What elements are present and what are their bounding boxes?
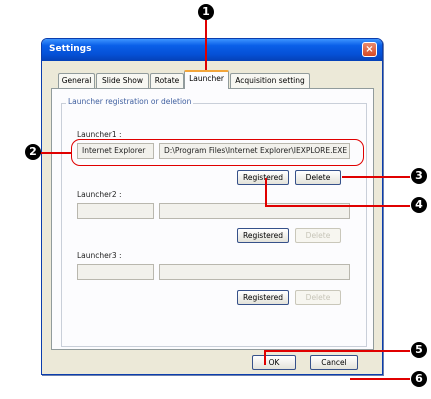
callout-5-marker: 5 (411, 342, 427, 358)
tab-acquisition-setting[interactable]: Acquisition setting (230, 73, 310, 88)
group-title: Launcher registration or deletion (66, 97, 194, 106)
ok-button[interactable]: OK (252, 355, 296, 370)
callout-4-line-vertical (265, 178, 267, 206)
launcher2-name-field[interactable] (77, 203, 154, 219)
launcher1-label: Launcher1 : (77, 130, 122, 139)
callout-4-line-horizontal (265, 205, 410, 207)
callout-1-marker: 1 (198, 4, 214, 20)
callout-3-marker: 3 (411, 168, 427, 184)
callout-2-marker: 2 (25, 144, 41, 160)
launcher3-delete-button: Delete (295, 290, 341, 305)
launcher3-name-field[interactable] (77, 264, 154, 280)
callout-5-line-vertical (264, 350, 266, 365)
close-button[interactable]: × (362, 42, 377, 57)
launcher1-highlight (71, 139, 364, 166)
window-title: Settings (49, 44, 92, 54)
launcher2-registered-button[interactable]: Registered (237, 228, 289, 243)
launcher2-label: Launcher2 : (77, 190, 122, 199)
launcher3-path-field[interactable] (159, 264, 350, 280)
callout-1-line (205, 20, 207, 72)
callout-6-marker: 6 (411, 371, 427, 387)
callout-4-marker: 4 (411, 197, 427, 213)
launcher3-label: Launcher3 : (77, 251, 122, 260)
launcher1-registered-button[interactable]: Registered (237, 170, 289, 185)
callout-3-line (342, 176, 410, 178)
title-bar[interactable]: Settings × (42, 39, 382, 61)
tab-slide-show[interactable]: Slide Show (96, 73, 149, 88)
tab-launcher[interactable]: Launcher (184, 70, 229, 89)
cancel-button[interactable]: Cancel (310, 355, 358, 370)
launcher2-delete-button: Delete (295, 228, 341, 243)
tab-rotate[interactable]: Rotate (150, 73, 184, 88)
callout-2-line (40, 152, 72, 154)
launcher3-registered-button[interactable]: Registered (237, 290, 289, 305)
callout-6-line (350, 378, 410, 380)
callout-5-line-horizontal (264, 350, 410, 352)
tab-general[interactable]: General (58, 73, 95, 88)
launcher1-delete-button[interactable]: Delete (295, 170, 341, 185)
